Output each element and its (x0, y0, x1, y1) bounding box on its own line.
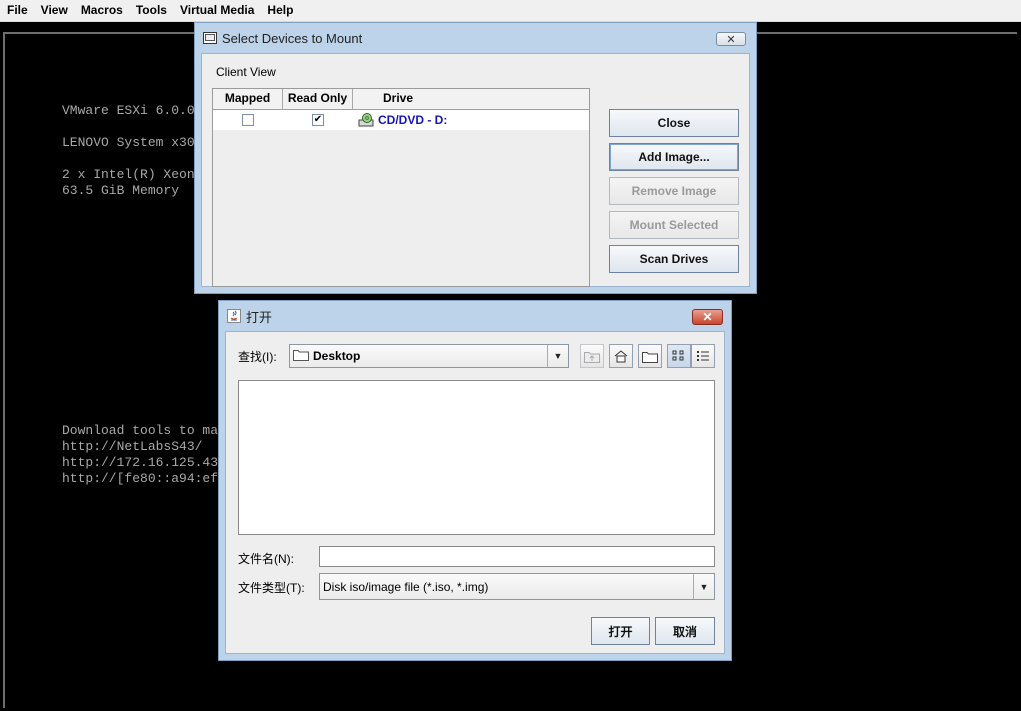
menu-macros[interactable]: Macros (74, 1, 129, 20)
column-header-read-only[interactable]: Read Only (283, 89, 353, 109)
menu-tools[interactable]: Tools (129, 1, 173, 20)
table-header: Mapped Read Only Drive (213, 89, 589, 110)
look-in-dropdown[interactable]: Desktop ▼ (289, 344, 569, 368)
file-name-input[interactable] (319, 546, 715, 567)
window-icon (203, 31, 217, 45)
open-dialog-close-icon[interactable]: ✕ (692, 309, 723, 325)
menu-virtual-media[interactable]: Virtual Media (173, 1, 260, 20)
read-only-checkbox[interactable]: ✔ (312, 114, 324, 126)
open-dialog-title: 打开 (246, 309, 273, 325)
device-table: Mapped Read Only Drive ✔ CD/DVD - D: (212, 88, 590, 287)
file-list[interactable] (238, 380, 715, 535)
console-system-line: LENOVO System x30 (62, 135, 195, 150)
add-image-button[interactable]: Add Image... (609, 143, 739, 171)
up-folder-icon[interactable] (580, 344, 604, 368)
mount-dialog-title: Select Devices to Mount (222, 30, 363, 46)
mount-dialog-body: Client View Mapped Read Only Drive ✔ CD/… (201, 53, 750, 287)
chevron-down-icon[interactable]: ▼ (547, 345, 568, 367)
menu-help[interactable]: Help (260, 1, 299, 20)
java-icon (227, 309, 241, 323)
console-version-line: VMware ESXi 6.0.0 (62, 103, 195, 118)
client-view-label: Client View (216, 65, 276, 79)
look-in-label: 查找(I): (238, 350, 277, 364)
drive-cell[interactable]: CD/DVD - D: (353, 110, 589, 130)
chevron-down-icon[interactable]: ▼ (693, 574, 714, 599)
table-row[interactable]: ✔ CD/DVD - D: (213, 110, 589, 130)
console-hardware-lines: 2 x Intel(R) Xeon 63.5 GiB Memory (62, 167, 195, 198)
new-folder-icon[interactable] (638, 344, 662, 368)
drive-label: CD/DVD - D: (378, 113, 448, 127)
open-file-dialog: 打开 ✕ 查找(I): Desktop ▼ 文件名(N): 文件类型(T): D… (218, 300, 732, 661)
mount-selected-button[interactable]: Mount Selected (609, 211, 739, 239)
look-in-value: Desktop (313, 349, 361, 363)
menu-view[interactable]: View (34, 1, 74, 20)
column-header-drive[interactable]: Drive (353, 89, 589, 109)
cancel-button[interactable]: 取消 (655, 617, 715, 645)
console-download-lines: Download tools to ma http://NetLabsS43/ … (62, 423, 219, 486)
mount-dialog-close-icon[interactable]: ✕ (716, 32, 746, 46)
open-dialog-body: 查找(I): Desktop ▼ 文件名(N): 文件类型(T): Disk i… (225, 331, 725, 654)
remove-image-button[interactable]: Remove Image (609, 177, 739, 205)
close-button[interactable]: Close (609, 109, 739, 137)
select-devices-dialog: Select Devices to Mount ✕ Client View Ma… (194, 22, 757, 294)
mount-dialog-titlebar[interactable]: Select Devices to Mount (195, 23, 756, 53)
read-only-cell: ✔ (283, 110, 353, 130)
menu-file[interactable]: File (0, 1, 34, 20)
file-type-label: 文件类型(T): (238, 581, 305, 595)
file-type-value: Disk iso/image file (*.iso, *.img) (323, 579, 489, 594)
cd-drive-icon (358, 113, 374, 127)
mapped-cell (213, 110, 283, 130)
open-button[interactable]: 打开 (591, 617, 650, 645)
column-header-mapped[interactable]: Mapped (213, 89, 283, 109)
scan-drives-button[interactable]: Scan Drives (609, 245, 739, 273)
details-view-icon[interactable] (691, 344, 715, 368)
mapped-checkbox[interactable] (242, 114, 254, 126)
file-name-label: 文件名(N): (238, 552, 294, 566)
menu-bar: File View Macros Tools Virtual Media Hel… (0, 0, 1021, 22)
open-dialog-titlebar[interactable]: 打开 (219, 301, 731, 331)
file-type-dropdown[interactable]: Disk iso/image file (*.iso, *.img) ▼ (319, 573, 715, 600)
home-icon[interactable] (609, 344, 633, 368)
list-view-icon[interactable] (667, 344, 691, 368)
folder-icon (293, 348, 309, 364)
